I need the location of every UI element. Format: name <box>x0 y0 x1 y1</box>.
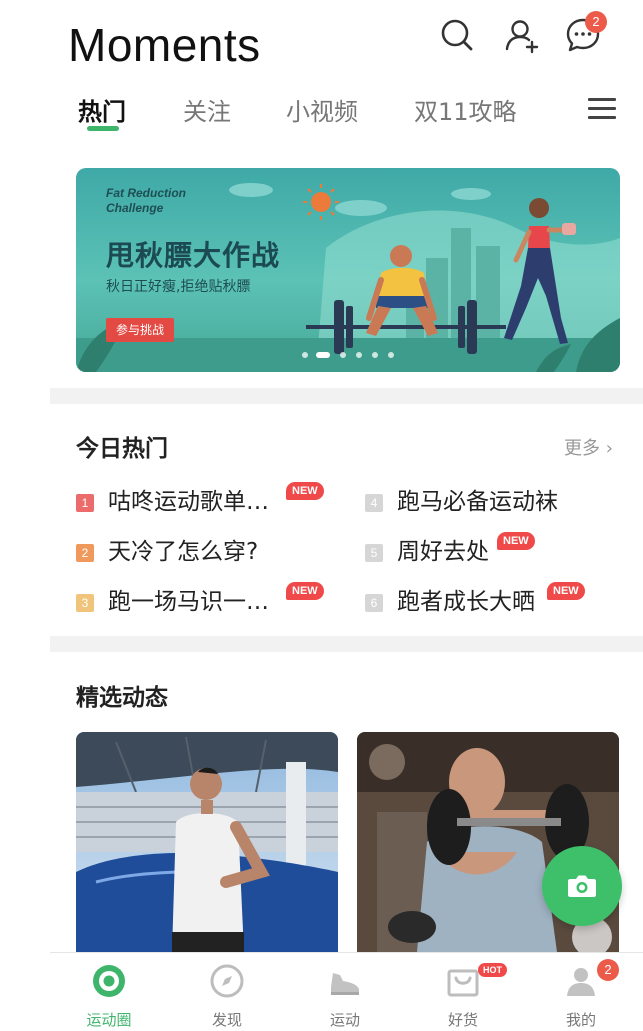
sneaker-icon <box>331 973 359 995</box>
tab-short-video[interactable]: 小视频 <box>286 92 358 127</box>
nav-label: 运动圈 <box>86 1011 132 1029</box>
nav-label: 运动 <box>329 1011 360 1029</box>
rank-badge: 1 <box>76 494 94 512</box>
rank-badge: 3 <box>76 594 94 612</box>
active-tab-indicator <box>87 126 119 131</box>
carousel-dot[interactable] <box>340 352 346 358</box>
tab-double11[interactable]: 双11攻略 <box>414 92 517 127</box>
new-tag: NEW <box>497 532 535 550</box>
hot-item-text: 咕咚运动歌单… <box>108 489 269 515</box>
hot-item[interactable]: 4 跑马必备运动袜 <box>365 486 605 520</box>
feed-photo-stadium <box>76 732 338 952</box>
join-challenge-button[interactable]: 参与挑战 <box>106 318 175 342</box>
carousel-dot[interactable] <box>316 352 330 358</box>
section-divider <box>50 388 643 404</box>
feed-tabs: 热门 关注 小视频 双11攻略 <box>0 88 643 134</box>
nav-label: 发现 <box>211 1011 242 1029</box>
bottom-nav: 运动圈 发现 运动 HOT 好货 2 我的 <box>50 952 643 1031</box>
hot-item-text: 周好去处 <box>397 539 489 565</box>
more-link[interactable]: 更多 › <box>564 434 613 460</box>
new-tag: NEW <box>547 582 585 600</box>
nav-item-sport[interactable]: 运动 <box>286 953 404 1031</box>
feed-photo-card[interactable] <box>76 732 338 952</box>
nav-label: 好货 <box>447 1011 478 1029</box>
nav-item-sport-circle[interactable]: 运动圈 <box>50 953 168 1031</box>
hot-item[interactable]: 2 天冷了怎么穿? <box>76 536 336 570</box>
menu-icon[interactable] <box>588 98 616 120</box>
banner-title: 甩秋膘大作战 <box>106 239 281 272</box>
carousel-dot[interactable] <box>356 352 362 358</box>
section-divider <box>50 636 643 652</box>
nav-item-profile[interactable]: 2 我的 <box>522 953 640 1031</box>
add-friend-icon[interactable] <box>503 16 541 54</box>
rank-badge: 5 <box>365 544 383 562</box>
sport-circle-icon <box>93 965 125 997</box>
shop-icon <box>447 969 479 997</box>
challenge-banner[interactable]: Fat Reduction Challenge 甩秋膘大作战 秋日正好瘦,拒绝贴… <box>76 168 620 372</box>
hot-item-text: 跑者成长大晒 <box>397 589 535 615</box>
hot-item[interactable]: 1 咕咚运动歌单… NEW <box>76 482 336 520</box>
profile-icon <box>567 968 595 996</box>
camera-icon <box>568 875 596 897</box>
app-title: Moments <box>68 19 261 71</box>
hot-badge: HOT <box>478 963 507 977</box>
carousel-dot[interactable] <box>372 352 378 358</box>
nav-label: 我的 <box>565 1011 596 1029</box>
hot-item[interactable]: 5 周好去处 NEW <box>365 532 605 570</box>
tab-following[interactable]: 关注 <box>183 92 231 127</box>
hot-item[interactable]: 6 跑者成长大晒 NEW <box>365 582 605 620</box>
camera-button[interactable] <box>542 846 622 926</box>
profile-badge: 2 <box>597 959 619 981</box>
new-tag: NEW <box>286 582 324 600</box>
featured-title: 精选动态 <box>76 685 168 711</box>
hot-item-text: 跑马必备运动袜 <box>397 489 558 515</box>
messages-badge: 2 <box>585 11 607 33</box>
new-tag: NEW <box>286 482 324 500</box>
hot-item[interactable]: 3 跑一场马识一… NEW <box>76 582 336 620</box>
nav-item-discover[interactable]: 发现 <box>168 953 286 1031</box>
carousel-dot[interactable] <box>388 352 394 358</box>
hot-item-text: 天冷了怎么穿? <box>108 539 259 565</box>
search-icon[interactable] <box>438 16 476 54</box>
hot-today-title: 今日热门 <box>76 436 168 462</box>
tab-hot[interactable]: 热门 <box>78 92 126 127</box>
carousel-dot[interactable] <box>302 352 308 358</box>
compass-icon <box>210 964 244 998</box>
rank-badge: 4 <box>365 494 383 512</box>
hot-item-text: 跑一场马识一… <box>108 589 269 615</box>
rank-badge: 6 <box>365 594 383 612</box>
banner-subtitle: Fat Reduction Challenge <box>106 186 186 215</box>
banner-description: 秋日正好瘦,拒绝贴秋膘 <box>106 279 251 295</box>
rank-badge: 2 <box>76 544 94 562</box>
nav-item-shop[interactable]: HOT 好货 <box>404 953 522 1031</box>
